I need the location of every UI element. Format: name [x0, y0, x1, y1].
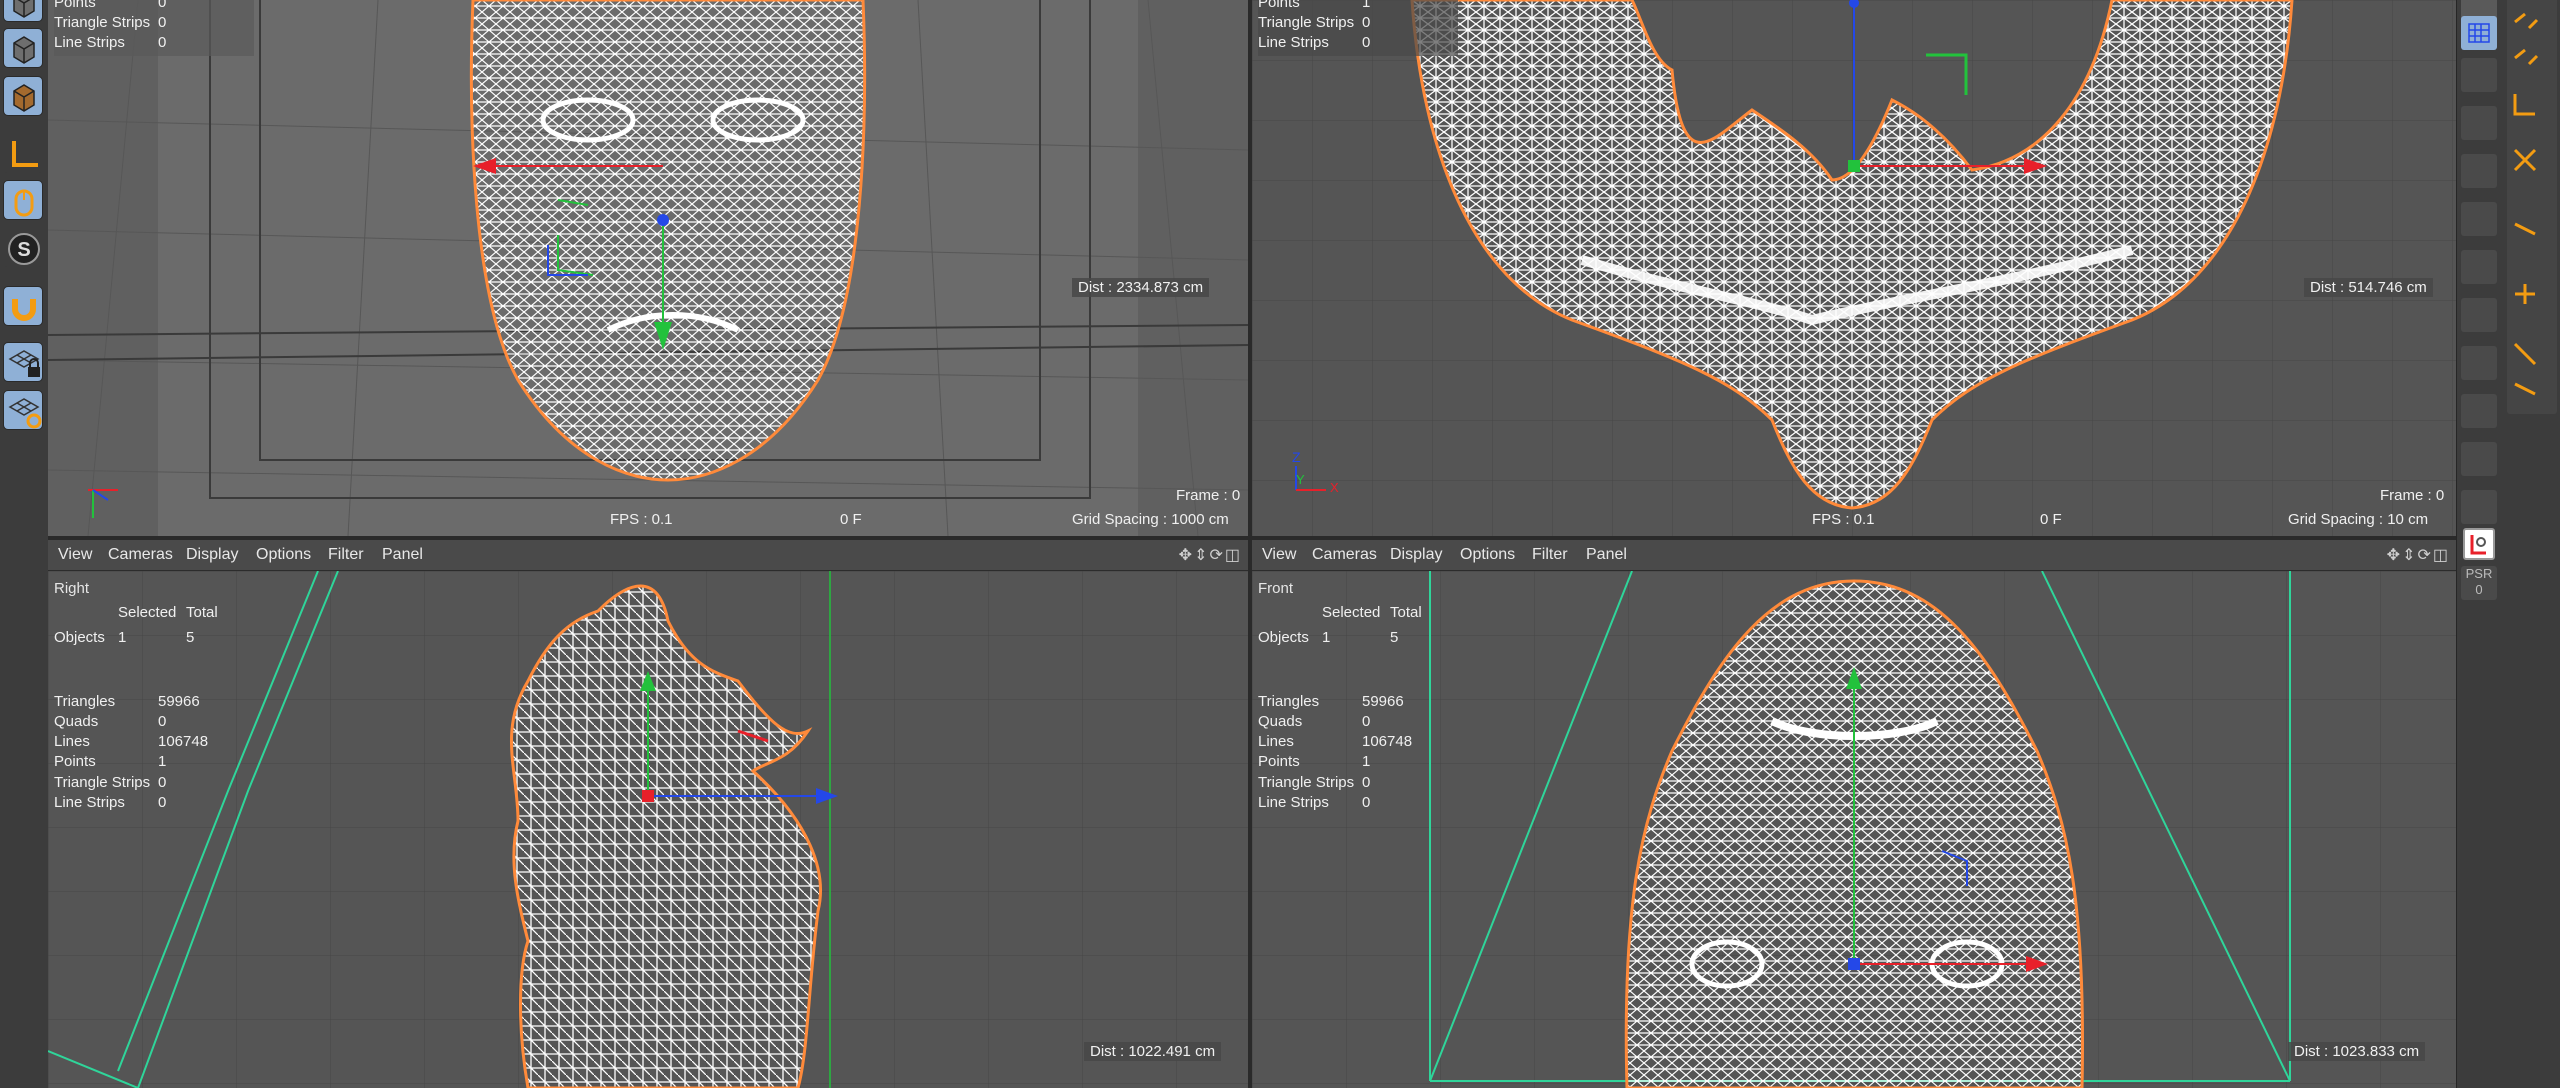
- viewport-menubar: View Cameras Display Options Filter Pane…: [48, 540, 1248, 571]
- dim-tool-icon[interactable]: [2461, 394, 2497, 428]
- viewport-nav-icons[interactable]: ✥⇕⟳◫: [1179, 545, 1242, 565]
- cube-icon[interactable]: [3, 0, 43, 22]
- render-icon[interactable]: [2463, 528, 2495, 560]
- menu-options[interactable]: Options: [256, 546, 311, 564]
- viewport-perspective[interactable]: Points 0 Triangle Strips 0 Line Strips 0…: [48, 0, 1248, 536]
- dim-tool-icon[interactable]: [2461, 154, 2497, 188]
- viewport-canvas[interactable]: [48, 0, 1248, 536]
- stats-panel: Points 0 Triangle Strips 0 Line Strips 0: [54, 0, 254, 56]
- s-icon[interactable]: S: [3, 228, 43, 268]
- menu-filter[interactable]: Filter: [1532, 546, 1568, 564]
- left-toolbar: S: [0, 0, 49, 1088]
- frame-f-readout: 0 F: [2040, 511, 2062, 528]
- menu-view[interactable]: View: [58, 546, 92, 564]
- viewport-canvas[interactable]: Z: [1252, 0, 2456, 536]
- menu-filter[interactable]: Filter: [328, 546, 364, 564]
- stats-panel: Selected Total Objects 1 5 Triangles 599…: [1258, 604, 1422, 811]
- stats-panel: Points 1 Triangle Strips 0 Line Strips 0: [1258, 0, 1458, 56]
- grid-spacing-readout: Grid Spacing : 1000 cm: [1072, 511, 1229, 528]
- menu-panel[interactable]: Panel: [1586, 546, 1627, 564]
- grid-gear-icon[interactable]: [3, 390, 43, 430]
- frame-readout: Frame : 0: [1176, 487, 1241, 504]
- psr-value: 0: [2475, 582, 2483, 597]
- magnet-icon[interactable]: [3, 286, 43, 326]
- menu-cameras[interactable]: Cameras: [108, 546, 173, 564]
- secondary-toolbar: [2507, 0, 2557, 414]
- dist-readout: Dist : 2334.873 cm: [1072, 278, 1210, 297]
- dim-tool-icon[interactable]: [2461, 490, 2497, 524]
- cube-icon[interactable]: [3, 76, 43, 116]
- grid-lock-icon[interactable]: [3, 342, 43, 382]
- psr-button[interactable]: PSR 0: [2461, 566, 2497, 600]
- viewport-title: Front: [1258, 580, 1294, 597]
- menu-view[interactable]: View: [1262, 546, 1296, 564]
- right-toolbar: PSR 0: [2456, 0, 2560, 1088]
- frame-f-readout: 0 F: [840, 511, 862, 528]
- dist-readout: Dist : 1022.491 cm: [1084, 1042, 1222, 1061]
- viewport-nav-icons[interactable]: ✥⇕⟳◫: [2387, 545, 2450, 565]
- dim-tool-icon[interactable]: [2461, 442, 2497, 476]
- fps-readout: FPS : 0.1: [610, 511, 673, 528]
- dim-tool-icon[interactable]: [2461, 58, 2497, 92]
- frame-readout: Frame : 0: [2380, 487, 2445, 504]
- viewport-title: Right: [54, 580, 90, 597]
- dim-tool-icon[interactable]: [2461, 298, 2497, 332]
- viewport-front[interactable]: View Cameras Display Options Filter Pane…: [1252, 540, 2456, 1088]
- axis-icon[interactable]: [3, 134, 43, 174]
- dim-tool-icon[interactable]: [2461, 106, 2497, 140]
- menu-options[interactable]: Options: [1460, 546, 1515, 564]
- menu-panel[interactable]: Panel: [382, 546, 423, 564]
- dim-tool-icon[interactable]: [2461, 250, 2497, 284]
- dist-readout: Dist : 1023.833 cm: [2288, 1042, 2426, 1061]
- svg-text:S: S: [17, 239, 30, 261]
- stats-panel: Selected Total Objects 1 5 Triangles 599…: [54, 604, 218, 811]
- psr-label: PSR: [2465, 566, 2493, 581]
- menu-display[interactable]: Display: [186, 546, 238, 564]
- mouse-icon[interactable]: [3, 180, 43, 220]
- top-scene: Z: [1252, 0, 2456, 536]
- grid-view-icon[interactable]: [2461, 16, 2497, 50]
- grid-spacing-readout: Grid Spacing : 10 cm: [2288, 511, 2429, 528]
- dim-tool-icon[interactable]: [2461, 346, 2497, 380]
- axis-z-label: Z: [1292, 449, 1301, 465]
- dist-readout: Dist : 514.746 cm: [2304, 278, 2433, 297]
- perspective-scene: [48, 0, 1248, 536]
- viewport-right[interactable]: View Cameras Display Options Filter Pane…: [48, 540, 1248, 1088]
- viewport-top[interactable]: Z Points 1 Triangle Strips 0 Line Strips…: [1252, 0, 2456, 536]
- viewport-menubar: View Cameras Display Options Filter Pane…: [1252, 540, 2456, 571]
- menu-cameras[interactable]: Cameras: [1312, 546, 1377, 564]
- fps-readout: FPS : 0.1: [1812, 511, 1875, 528]
- cube-icon[interactable]: [3, 28, 43, 68]
- axis-x-label: X: [1330, 480, 1339, 495]
- axis-y-label: Y: [1296, 472, 1305, 487]
- dim-tool-icon[interactable]: [2461, 202, 2497, 236]
- menu-display[interactable]: Display: [1390, 546, 1442, 564]
